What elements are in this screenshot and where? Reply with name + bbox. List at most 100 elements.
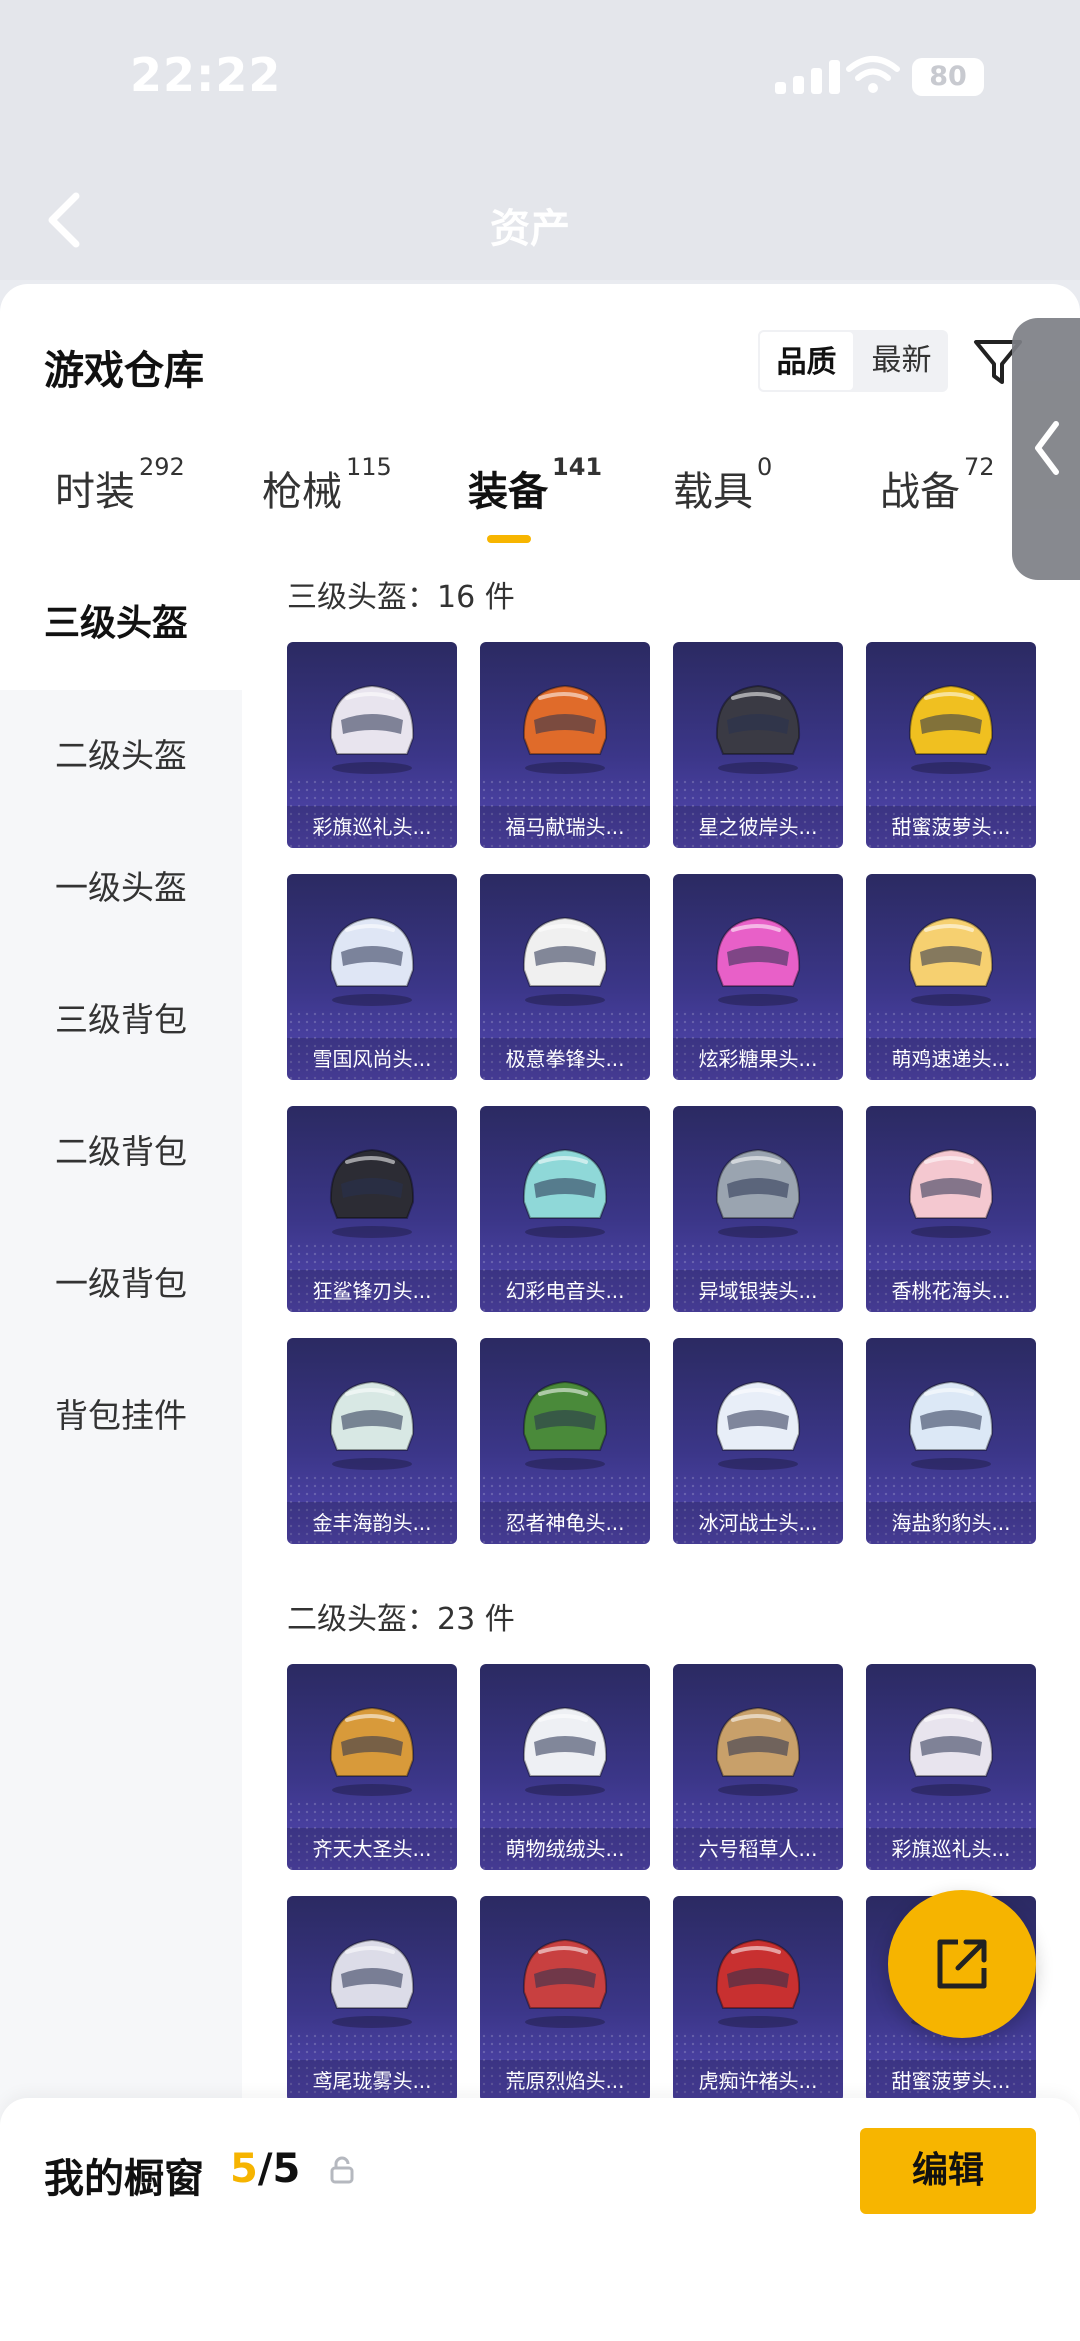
item-card[interactable]: 幻彩电音头... <box>480 1106 650 1312</box>
status-time: 22:22 <box>130 48 282 102</box>
item-name: 星之彼岸头... <box>673 806 843 848</box>
share-button[interactable] <box>888 1890 1036 2038</box>
item-card[interactable]: 虎痴许褚头... <box>673 1896 843 2102</box>
helmet-icon <box>715 684 801 774</box>
sidebar-item[interactable]: 背包挂件 <box>0 1350 242 1482</box>
item-card[interactable]: 萌物绒绒头... <box>480 1664 650 1870</box>
sidebar-item[interactable]: 二级背包 <box>0 1086 242 1218</box>
item-card[interactable]: 彩旗巡礼头... <box>287 642 457 848</box>
helmet-icon <box>329 916 415 1006</box>
item-name: 彩旗巡礼头... <box>287 806 457 848</box>
helmet-icon <box>715 916 801 1006</box>
item-card[interactable]: 甜蜜菠萝头... <box>866 642 1036 848</box>
item-name: 荒原烈焰头... <box>480 2060 650 2102</box>
header-title: 资产 <box>490 206 570 252</box>
item-card[interactable]: 齐天大圣头... <box>287 1664 457 1870</box>
helmet-icon <box>715 1938 801 2028</box>
item-name: 福马献瑞头... <box>480 806 650 848</box>
sort-toggle: 品质 最新 <box>758 330 948 392</box>
item-name: 金丰海韵头... <box>287 1502 457 1544</box>
item-name: 香桃花海头... <box>866 1270 1036 1312</box>
showcase-count: 5/5 <box>230 2146 301 2192</box>
status-bar: 22:22 80 资产 <box>0 0 1080 280</box>
helmet-icon <box>908 1380 994 1470</box>
item-name: 彩旗巡礼头... <box>866 1828 1036 1870</box>
helmet-icon <box>908 916 994 1006</box>
item-card[interactable]: 狂鲨锋刃头... <box>287 1106 457 1312</box>
item-card[interactable]: 炫彩糖果头... <box>673 874 843 1080</box>
tab-vehicles[interactable]: 载具0 <box>673 453 772 517</box>
helmet-icon <box>908 684 994 774</box>
helmet-icon <box>329 1938 415 2028</box>
tab-equipment[interactable]: 装备141 <box>468 453 602 517</box>
item-card[interactable]: 香桃花海头... <box>866 1106 1036 1312</box>
item-card[interactable]: 彩旗巡礼头... <box>866 1664 1036 1870</box>
warehouse-panel: 游戏仓库 品质 最新 时装292 枪械115 装备141 载具0 战备72 三级… <box>0 284 1080 2341</box>
item-card[interactable]: 鸢尾珑雾头... <box>287 1896 457 2102</box>
item-card[interactable]: 六号稻草人... <box>673 1664 843 1870</box>
helmet-icon <box>908 1706 994 1796</box>
item-name: 忍者神龟头... <box>480 1502 650 1544</box>
item-card[interactable]: 忍者神龟头... <box>480 1338 650 1544</box>
item-card[interactable]: 异域银装头... <box>673 1106 843 1312</box>
back-icon[interactable] <box>44 190 84 250</box>
tab-fashion[interactable]: 时装292 <box>55 453 185 517</box>
item-name: 雪国风尚头... <box>287 1038 457 1080</box>
helmet-icon <box>522 1706 608 1796</box>
helmet-icon <box>715 1706 801 1796</box>
item-name: 极意拳锋头... <box>480 1038 650 1080</box>
helmet-icon <box>522 1938 608 2028</box>
sidebar-item[interactable]: 三级背包 <box>0 954 242 1086</box>
helmet-icon <box>522 684 608 774</box>
item-card[interactable]: 海盐豹豹头... <box>866 1338 1036 1544</box>
tab-weapons[interactable]: 枪械115 <box>262 453 392 517</box>
item-card[interactable]: 雪国风尚头... <box>287 874 457 1080</box>
item-card[interactable]: 冰河战士头... <box>673 1338 843 1544</box>
helmet-icon <box>329 1706 415 1796</box>
item-card[interactable]: 极意拳锋头... <box>480 874 650 1080</box>
helmet-icon <box>908 1148 994 1238</box>
item-name: 萌鸡速递头... <box>866 1038 1036 1080</box>
showcase-bar: 我的橱窗 5/5 编辑 <box>0 2098 1080 2341</box>
helmet-icon <box>715 1380 801 1470</box>
edit-button[interactable]: 编辑 <box>860 2128 1036 2214</box>
panel-title: 游戏仓库 <box>44 348 204 394</box>
item-name: 六号稻草人... <box>673 1828 843 1870</box>
item-name: 甜蜜菠萝头... <box>866 806 1036 848</box>
helmet-icon <box>522 1148 608 1238</box>
item-name: 幻彩电音头... <box>480 1270 650 1312</box>
battery-indicator: 80 <box>912 58 984 96</box>
item-name: 萌物绒绒头... <box>480 1828 650 1870</box>
side-drawer-handle[interactable] <box>1012 318 1080 580</box>
item-card[interactable]: 金丰海韵头... <box>287 1338 457 1544</box>
sidebar-item[interactable]: 三级头盔 <box>0 558 242 690</box>
item-name: 虎痴许褚头... <box>673 2060 843 2102</box>
chevron-left-icon <box>1035 421 1059 475</box>
sort-option-quality[interactable]: 品质 <box>758 330 855 392</box>
sidebar-item[interactable]: 一级头盔 <box>0 822 242 954</box>
helmet-icon <box>329 1148 415 1238</box>
signal-icon <box>775 60 845 94</box>
sort-option-newest[interactable]: 最新 <box>855 330 948 392</box>
item-card[interactable]: 福马献瑞头... <box>480 642 650 848</box>
category-tabs: 时装292 枪械115 装备141 载具0 战备72 <box>0 453 1080 559</box>
subcategory-sidebar: 三级头盔 二级头盔 一级头盔 三级背包 二级背包 一级背包 背包挂件 <box>0 558 242 2158</box>
item-name: 冰河战士头... <box>673 1502 843 1544</box>
share-icon <box>937 1939 987 1989</box>
item-name: 异域银装头... <box>673 1270 843 1312</box>
item-card[interactable]: 萌鸡速递头... <box>866 874 1036 1080</box>
lock-icon <box>330 2156 354 2184</box>
tab-supplies[interactable]: 战备72 <box>880 453 995 517</box>
item-name: 齐天大圣头... <box>287 1828 457 1870</box>
sidebar-item[interactable]: 二级头盔 <box>0 690 242 822</box>
item-name: 甜蜜菠萝头... <box>866 2060 1036 2102</box>
helmet-icon <box>522 916 608 1006</box>
item-card[interactable]: 荒原烈焰头... <box>480 1896 650 2102</box>
item-card[interactable]: 星之彼岸头... <box>673 642 843 848</box>
active-tab-indicator <box>487 535 531 543</box>
item-name: 鸢尾珑雾头... <box>287 2060 457 2102</box>
item-name: 海盐豹豹头... <box>866 1502 1036 1544</box>
item-name: 炫彩糖果头... <box>673 1038 843 1080</box>
sidebar-item[interactable]: 一级背包 <box>0 1218 242 1350</box>
item-name: 狂鲨锋刃头... <box>287 1270 457 1312</box>
